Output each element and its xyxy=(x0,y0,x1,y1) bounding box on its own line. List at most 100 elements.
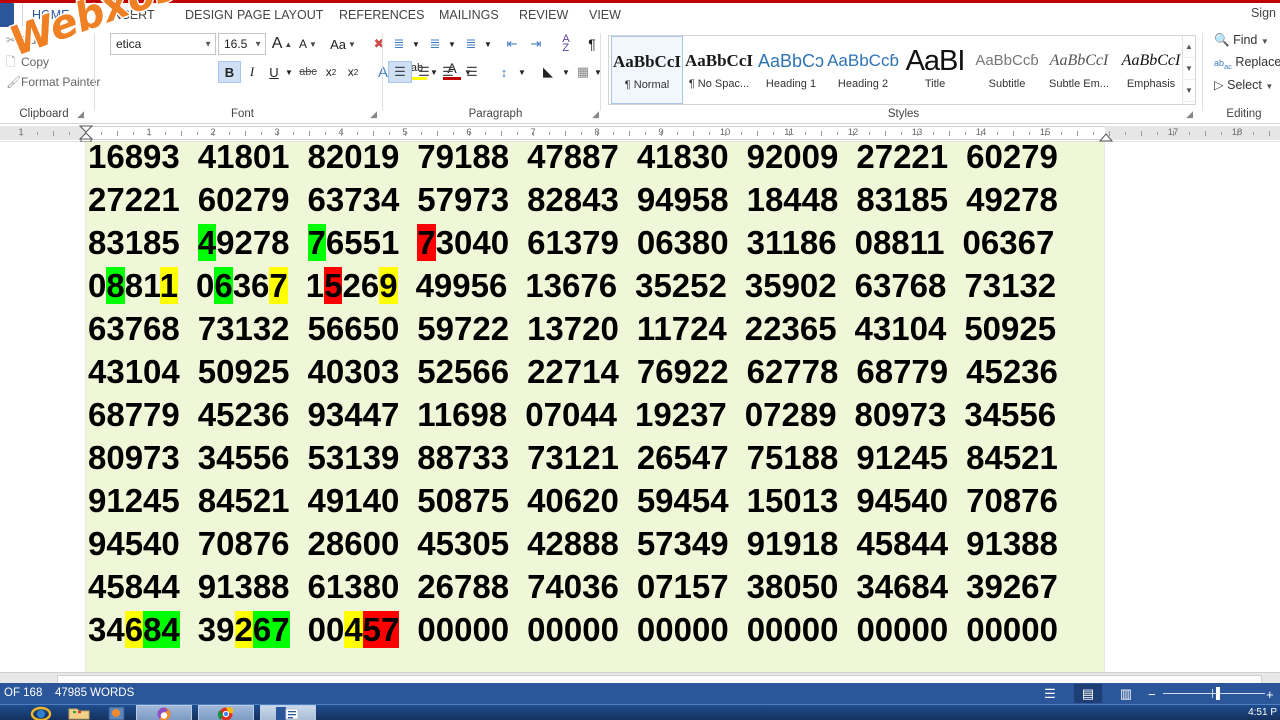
document-line[interactable]: 91245 84521 49140 50875 40620 59454 15013 94540… xyxy=(88,479,1104,522)
subscript-button[interactable]: x2 xyxy=(320,61,342,83)
multilevel-list-button[interactable]: ≣ xyxy=(460,33,482,55)
document-line[interactable]: 27221 60279 63734 57973 82843 94958 18448 83185… xyxy=(88,178,1104,221)
shading-button[interactable]: ◣ xyxy=(536,61,560,83)
word-taskbar-button[interactable] xyxy=(260,705,316,720)
ribbon-tab-insert[interactable]: INSERT xyxy=(100,3,164,27)
document-line[interactable]: 68779 45236 93447 11698 07044 19237 07289 80973… xyxy=(88,393,1104,436)
replace-button[interactable]: abac Replace xyxy=(1214,55,1280,71)
borders-dropdown[interactable]: ▼ xyxy=(592,61,604,83)
document-canvas[interactable]: 16893 41801 82019 79188 47887 41830 92009 27221… xyxy=(0,142,1280,672)
ribbon-tab-references[interactable]: REFERENCES xyxy=(330,3,433,27)
styles-more[interactable]: ▼ xyxy=(1183,80,1195,102)
document-line[interactable]: 80973 34556 53139 88733 73121 26547 75188 91245… xyxy=(88,436,1104,479)
ribbon-tab-home[interactable]: HOME xyxy=(22,3,80,27)
document-line[interactable]: 43104 50925 40303 52566 22714 76922 62778 68779… xyxy=(88,350,1104,393)
style-item-subtle-em[interactable]: AaBbCcI Subtle Em... xyxy=(1043,36,1115,104)
document-line[interactable]: 08811 06367 15269 49956 13676 35252 35902 63768… xyxy=(88,264,1104,307)
print-layout-icon[interactable]: ▤ xyxy=(1074,684,1102,703)
line-spacing-button[interactable]: ↕ xyxy=(492,61,516,83)
format-painter-button[interactable]: 🖌Format Painter xyxy=(6,75,100,89)
cut-button[interactable]: ✂ Cut xyxy=(6,33,40,47)
bold-button[interactable]: B xyxy=(218,61,241,83)
zoom-slider-track[interactable] xyxy=(1163,693,1265,694)
chrome-taskbar-button[interactable] xyxy=(198,705,254,720)
file-tab-corner[interactable] xyxy=(0,3,14,27)
styles-scroll-down[interactable]: ▼ xyxy=(1183,58,1195,80)
document-line[interactable]: 83185 49278 76551 73040 61379 06380 31186 08811… xyxy=(88,221,1104,264)
internet-explorer-icon[interactable] xyxy=(30,706,52,720)
ribbon-tab-view[interactable]: VIEW xyxy=(580,3,630,27)
font-size-combobox[interactable]: 16.5 ▼ xyxy=(218,33,266,55)
style-item-title[interactable]: AaBІ Title xyxy=(899,36,971,104)
find-button[interactable]: 🔍 Find ▼ xyxy=(1214,33,1269,48)
indent-marker[interactable] xyxy=(79,125,93,142)
style-item-no-spac[interactable]: AaBbCcI ¶ No Spac... xyxy=(683,36,755,104)
decrease-indent-button[interactable]: ⇤ xyxy=(500,33,524,55)
taskbar-clock[interactable]: 4:51 P xyxy=(1248,707,1277,718)
clipboard-dialog-launcher[interactable]: ◢ xyxy=(77,109,84,120)
numbering-button[interactable]: ≣ xyxy=(424,33,446,55)
justify-button[interactable]: ☰ xyxy=(460,61,484,83)
superscript-button[interactable]: x2 xyxy=(342,61,364,83)
shading-dropdown[interactable]: ▼ xyxy=(560,61,572,83)
word-count[interactable]: 47985 WORDS xyxy=(55,687,134,699)
align-right-button[interactable]: ☰ xyxy=(436,61,460,83)
shrink-font-button[interactable]: A ▼ xyxy=(296,33,320,55)
numbering-dropdown[interactable]: ▼ xyxy=(446,33,458,55)
ribbon-tab-review[interactable]: REVIEW xyxy=(510,3,577,27)
style-item-emphasis[interactable]: AaBbCcI Emphasis xyxy=(1115,36,1187,104)
strikethrough-button[interactable]: abc xyxy=(296,61,320,83)
ribbon-tab-mailings[interactable]: MAILINGS xyxy=(430,3,508,27)
replace-icon: abac xyxy=(1214,58,1232,71)
style-item-heading-1[interactable]: AaBbCɔ Heading 1 xyxy=(755,36,827,104)
style-item-subtitle[interactable]: AaBbCcɓ Subtitle xyxy=(971,36,1043,104)
sign-in-link[interactable]: Sign xyxy=(1251,6,1276,20)
document-line[interactable]: 16893 41801 82019 79188 47887 41830 92009 27221… xyxy=(88,142,1104,178)
bullets-dropdown[interactable]: ▼ xyxy=(410,33,422,55)
font-dialog-launcher[interactable]: ◢ xyxy=(370,109,377,120)
zoom-slider-handle[interactable] xyxy=(1216,687,1220,700)
zoom-in-button[interactable]: + xyxy=(1266,687,1274,702)
align-left-button[interactable]: ☰ xyxy=(388,61,412,83)
increase-indent-button[interactable]: ⇥ xyxy=(524,33,548,55)
sort-button[interactable]: AZ xyxy=(554,33,578,55)
style-item-heading-2[interactable]: AaBbCcɓ Heading 2 xyxy=(827,36,899,104)
change-case-button[interactable]: Aa ▼ xyxy=(326,33,360,55)
right-indent-marker[interactable] xyxy=(1099,133,1113,142)
italic-button[interactable]: I xyxy=(241,61,263,83)
font-name-combobox[interactable]: etica ▼ xyxy=(110,33,216,55)
style-item-normal[interactable]: AaBbCcI ¶ Normal xyxy=(611,36,683,104)
underline-button[interactable]: U xyxy=(263,61,285,83)
file-explorer-icon[interactable] xyxy=(68,706,90,720)
page-indicator[interactable]: OF 168 xyxy=(4,687,42,699)
ribbon-tab-page-layout[interactable]: PAGE LAYOUT xyxy=(228,3,332,27)
zoom-out-button[interactable]: − xyxy=(1148,687,1156,702)
document-line[interactable]: 63768 73132 56650 59722 13720 11724 22365 43104… xyxy=(88,307,1104,350)
copy-button[interactable]: 🗋 Copy xyxy=(6,53,49,74)
firefox-taskbar-button[interactable] xyxy=(136,705,192,720)
borders-button[interactable]: ▦ xyxy=(572,61,594,83)
paragraph-dialog-launcher[interactable]: ◢ xyxy=(592,109,599,120)
styles-scroll-up[interactable]: ▲ xyxy=(1183,36,1195,58)
styles-scrollbar[interactable]: ▲ ▼ ▼ xyxy=(1182,36,1195,104)
align-center-button[interactable]: ☰ xyxy=(412,61,436,83)
media-player-icon[interactable] xyxy=(106,706,128,720)
document-line[interactable]: 34684 39267 00457 00000 00000 00000 00000 00000… xyxy=(88,608,1104,651)
web-layout-icon[interactable]: ▥ xyxy=(1112,684,1140,703)
line-spacing-dropdown[interactable]: ▼ xyxy=(516,61,528,83)
document-line[interactable]: 94540 70876 28600 45305 42888 57349 91918 45844… xyxy=(88,522,1104,565)
document-page[interactable]: 16893 41801 82019 79188 47887 41830 92009 27221… xyxy=(85,142,1105,672)
document-line[interactable]: 45844 91388 61380 26788 74036 07157 38050 34684… xyxy=(88,565,1104,608)
multilevel-list-dropdown[interactable]: ▼ xyxy=(482,33,494,55)
ruler-tick xyxy=(597,131,598,136)
read-mode-icon[interactable]: ☰ xyxy=(1036,684,1064,703)
grow-font-button[interactable]: A ▲ xyxy=(270,33,294,55)
ruler-tick xyxy=(821,131,822,136)
show-formatting-marks-button[interactable]: ¶ xyxy=(582,33,602,55)
digits: 40620 xyxy=(527,481,619,519)
select-button[interactable]: ▷ Select ▼ xyxy=(1214,77,1273,92)
underline-dropdown[interactable]: ▼ xyxy=(283,61,295,83)
styles-dialog-launcher[interactable]: ◢ xyxy=(1186,109,1193,120)
bullets-button[interactable]: ≣ xyxy=(388,33,410,55)
horizontal-ruler[interactable]: 11234567891011121314151718 xyxy=(0,124,1280,142)
